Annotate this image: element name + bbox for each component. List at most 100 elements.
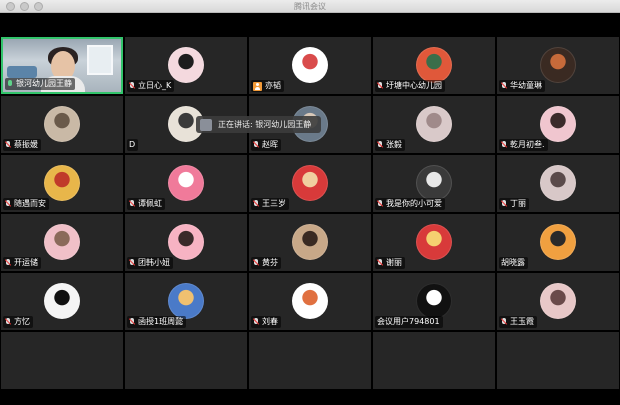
participant-name: 函授1班周懿 [138, 317, 184, 326]
microphone-muted-icon [129, 200, 135, 208]
speaking-text: 正在讲话: 银河幼儿园王静 [218, 120, 312, 129]
participant-tile[interactable]: 胡晓露 [497, 214, 619, 271]
participant-tile[interactable]: 谭佩虹 [125, 155, 247, 212]
participant-name: 丁丽 [510, 199, 526, 208]
microphone-muted-icon [253, 141, 259, 149]
participant-tile[interactable]: 蔡振媛 [1, 96, 123, 153]
participant-tile[interactable]: 黄芬 [249, 214, 371, 271]
participant-avatar [292, 224, 328, 260]
microphone-muted-icon [253, 318, 259, 326]
microphone-muted-icon [5, 141, 11, 149]
participant-name: 华幼童琳 [510, 81, 542, 90]
microphone-muted-icon [253, 259, 259, 267]
participant-nameplate: 立日心_K [127, 80, 175, 92]
participant-tile[interactable]: 方忆 [1, 273, 123, 330]
participant-tile[interactable]: 王三岁 [249, 155, 371, 212]
participant-nameplate: 赵晖 [251, 139, 281, 151]
participant-tile[interactable]: 亦韬 [249, 37, 371, 94]
microphone-on-icon [7, 80, 13, 88]
participant-avatar [540, 224, 576, 260]
participant-name: 方忆 [14, 317, 30, 326]
participant-nameplate: 我是你的小可爱 [375, 198, 445, 210]
participant-avatar [44, 224, 80, 260]
participant-name: 王玉霞 [510, 317, 534, 326]
participant-nameplate: 王玉霞 [499, 316, 537, 328]
participant-nameplate: 乾月初叁. [499, 139, 548, 151]
room-window [87, 45, 113, 75]
participant-avatar [292, 47, 328, 83]
participant-nameplate: 团韩小妞 [127, 257, 173, 269]
participant-tile[interactable]: 张毅 [373, 96, 495, 153]
participant-avatar [168, 165, 204, 201]
participant-tile[interactable]: 谢丽 [373, 214, 495, 271]
participant-name: 会议用户794801 [377, 317, 440, 326]
participant-name: 团韩小妞 [138, 258, 170, 267]
participant-name: 亦韬 [265, 81, 281, 90]
participant-name: 乾月初叁. [510, 140, 545, 149]
participant-tile[interactable]: 函授1班周懿 [125, 273, 247, 330]
participant-nameplate: 王三岁 [251, 198, 289, 210]
participant-tile-offscreen[interactable] [125, 332, 247, 389]
participant-tile-offscreen[interactable] [373, 332, 495, 389]
participant-tile-offscreen[interactable] [1, 332, 123, 389]
participant-name: 圩塘中心幼儿园 [386, 81, 442, 90]
participant-name: 开运储 [14, 258, 38, 267]
microphone-muted-icon [253, 200, 259, 208]
participant-avatar [44, 165, 80, 201]
participant-tile[interactable]: 银河幼儿园王静 [1, 37, 123, 94]
participant-name: 赵晖 [262, 140, 278, 149]
participant-name: 蔡振媛 [14, 140, 38, 149]
participant-avatar [540, 165, 576, 201]
participant-tile[interactable]: 随遇而安 [1, 155, 123, 212]
participant-nameplate: 胡晓露 [499, 257, 528, 269]
microphone-muted-icon [129, 259, 135, 267]
microphone-muted-icon [5, 318, 11, 326]
participant-avatar [540, 47, 576, 83]
participant-avatar [416, 47, 452, 83]
top-bar [0, 13, 620, 37]
participant-tile-offscreen[interactable] [249, 332, 371, 389]
participant-nameplate: 华幼童琳 [499, 80, 545, 92]
microphone-muted-icon [129, 318, 135, 326]
participant-avatar [292, 283, 328, 319]
microphone-muted-icon [129, 82, 135, 90]
participant-avatar [168, 224, 204, 260]
participant-tile[interactable]: 王玉霞 [497, 273, 619, 330]
participant-tile-offscreen[interactable] [497, 332, 619, 389]
participant-name: 胡晓露 [501, 258, 525, 267]
participant-avatar [292, 165, 328, 201]
participant-nameplate: 圩塘中心幼儿园 [375, 80, 445, 92]
participant-nameplate: 谭佩虹 [127, 198, 165, 210]
participant-nameplate: 谢丽 [375, 257, 405, 269]
participant-tile[interactable]: 团韩小妞 [125, 214, 247, 271]
participant-tile[interactable]: 圩塘中心幼儿园 [373, 37, 495, 94]
participant-tile[interactable]: 我是你的小可爱 [373, 155, 495, 212]
participant-avatar [416, 165, 452, 201]
participant-name: 黄芬 [262, 258, 278, 267]
microphone-muted-icon [501, 141, 507, 149]
participant-tile[interactable]: 丁丽 [497, 155, 619, 212]
participant-nameplate: 开运储 [3, 257, 41, 269]
participant-tile[interactable]: 立日心_K [125, 37, 247, 94]
participant-tile[interactable]: 会议用户794801 [373, 273, 495, 330]
participant-name: D [129, 140, 136, 149]
participant-name: 银河幼儿园王静 [16, 79, 72, 88]
participant-tile[interactable]: 乾月初叁. [497, 96, 619, 153]
microphone-muted-icon [501, 82, 507, 90]
participant-nameplate: 会议用户794801 [375, 316, 443, 328]
microphone-muted-icon [5, 200, 11, 208]
bottom-bar [0, 389, 620, 405]
participant-avatar [168, 47, 204, 83]
speaker-avatar [200, 118, 212, 131]
participant-tile[interactable]: 开运储 [1, 214, 123, 271]
microphone-muted-icon [501, 200, 507, 208]
microphone-muted-icon [377, 141, 383, 149]
participant-nameplate: D [127, 139, 139, 151]
speaking-indicator: 正在讲话: 银河幼儿园王静 [196, 116, 322, 133]
participant-name: 我是你的小可爱 [386, 199, 442, 208]
participant-avatar [168, 283, 204, 319]
microphone-muted-icon [377, 82, 383, 90]
participant-tile[interactable]: 华幼童琳 [497, 37, 619, 94]
participant-nameplate: 黄芬 [251, 257, 281, 269]
participant-tile[interactable]: 刘春 [249, 273, 371, 330]
